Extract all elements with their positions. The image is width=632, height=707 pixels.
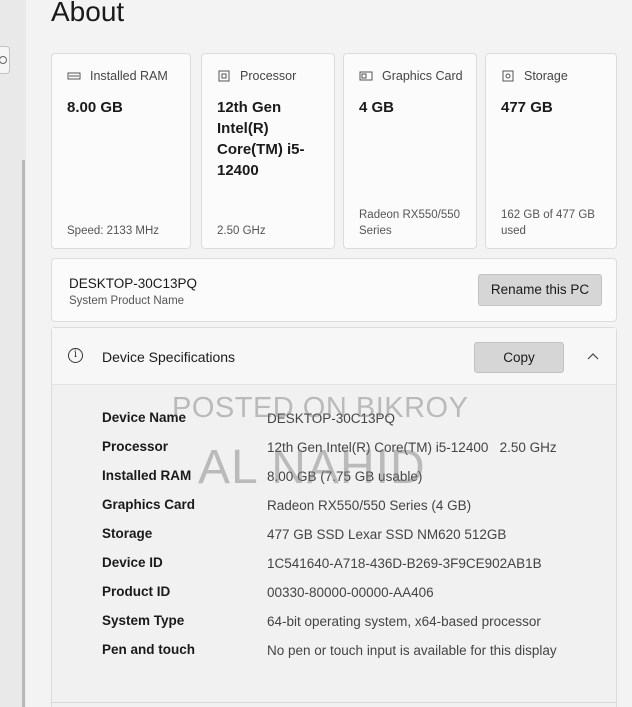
spec-label: Graphics Card: [102, 497, 196, 512]
card-installed-ram: Installed RAM 8.00 GB Speed: 2133 MHz: [51, 53, 191, 249]
card-header: Graphics Card: [359, 69, 463, 83]
spec-value: Radeon RX550/550 Series (4 GB): [267, 498, 472, 513]
card-detail: 2.50 GHz: [217, 225, 266, 237]
card-detail: 162 GB of 477 GB used: [501, 209, 595, 237]
info-icon: i: [68, 348, 83, 363]
device-specifications-panel: i Device Specifications Copy Device Name…: [51, 327, 617, 707]
page-title: About: [51, 0, 125, 27]
card-processor: Processor 12th Gen Intel(R) Core(TM) i5-…: [201, 53, 335, 249]
chevron-up-icon[interactable]: [587, 350, 599, 362]
pc-product-name: System Product Name: [69, 295, 185, 307]
spec-value: 477 GB SSD Lexar SSD NM620 512GB: [267, 527, 507, 542]
card-detail: Speed: 2133 MHz: [67, 225, 160, 237]
section-divider: [51, 702, 617, 703]
spec-title: Device Specifications: [102, 349, 236, 365]
spec-label: Storage: [102, 526, 153, 541]
card-storage: Storage 477 GB 162 GB of 477 GB used: [485, 53, 617, 249]
card-value: 8.00 GB: [67, 99, 123, 116]
spec-label: Device ID: [102, 555, 163, 570]
spec-label: Device Name: [102, 410, 187, 425]
card-label: Processor: [240, 69, 297, 83]
card-header: Processor: [217, 69, 296, 83]
card-header: Installed RAM: [67, 69, 168, 83]
sidebar-scrollbar[interactable]: [22, 160, 25, 707]
card-label: Graphics Card: [382, 69, 463, 83]
spec-value: 1C541640-A718-436D-B269-3F9CE902AB1B: [267, 556, 542, 571]
spec-label: Pen and touch: [102, 642, 196, 657]
ram-icon: [67, 70, 81, 82]
copy-button[interactable]: Copy: [474, 342, 564, 373]
card-graphics: Graphics Card 4 GB Radeon RX550/550 Seri…: [343, 53, 477, 249]
spec-header[interactable]: i Device Specifications Copy: [52, 328, 616, 385]
search-icon: [0, 56, 7, 64]
card-label: Storage: [524, 69, 568, 83]
storage-icon: [501, 70, 515, 82]
rename-pc-button[interactable]: Rename this PC: [478, 274, 602, 306]
card-detail: Radeon RX550/550 Series: [359, 209, 461, 237]
device-name-section: DESKTOP-30C13PQ System Product Name Rena…: [51, 258, 617, 322]
spec-value: 8.00 GB (7.75 GB usable): [267, 469, 423, 484]
spec-value: DESKTOP-30C13PQ: [267, 411, 396, 426]
sidebar-edge: [0, 0, 26, 707]
spec-label: Processor: [102, 439, 169, 454]
spec-value: 64-bit operating system, x64-based proce…: [267, 614, 541, 629]
spec-label: Installed RAM: [102, 468, 192, 483]
graphics-card-icon: [359, 70, 373, 82]
processor-icon: [217, 70, 231, 82]
spec-value: 12th Gen Intel(R) Core(TM) i5-12400 2.50…: [267, 440, 557, 455]
spec-value: No pen or touch input is available for t…: [267, 643, 557, 658]
pc-name: DESKTOP-30C13PQ: [69, 276, 198, 291]
spec-label: Product ID: [102, 584, 171, 599]
card-value: 12th Gen Intel(R) Core(TM) i5-12400: [217, 99, 305, 179]
card-value: 477 GB: [501, 99, 553, 116]
card-value: 4 GB: [359, 99, 395, 116]
settings-window: About Installed RAM 8.00 GB Speed: 2133 …: [0, 0, 632, 707]
spec-value: 00330-80000-00000-AA406: [267, 585, 434, 600]
card-label: Installed RAM: [90, 69, 168, 83]
sidebar-toggle-button[interactable]: [0, 46, 10, 74]
card-header: Storage: [501, 69, 568, 83]
spec-label: System Type: [102, 613, 185, 628]
about-content: About Installed RAM 8.00 GB Speed: 2133 …: [26, 0, 632, 707]
